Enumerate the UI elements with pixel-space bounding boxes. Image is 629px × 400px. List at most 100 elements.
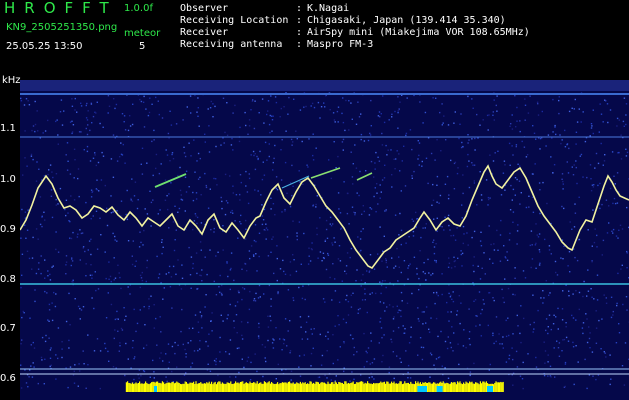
noise-pixel (25, 98, 28, 100)
noise-pixel (411, 148, 413, 151)
noise-pixel (299, 181, 301, 183)
noise-pixel (195, 198, 198, 200)
noise-pixel (566, 143, 568, 146)
noise-pixel (131, 178, 133, 180)
noise-pixel (382, 95, 384, 97)
noise-pixel (405, 134, 407, 137)
noise-pixel (291, 194, 293, 197)
noise-pixel (387, 149, 389, 151)
noise-pixel (232, 149, 234, 151)
strength-column (415, 381, 417, 392)
noise-pixel (87, 364, 89, 366)
noise-pixel (600, 142, 602, 145)
noise-pixel (381, 337, 383, 339)
noise-pixel (576, 121, 579, 123)
noise-pixel (184, 155, 187, 158)
strength-column (358, 382, 360, 392)
noise-pixel (188, 246, 190, 249)
noise-pixel (394, 168, 396, 170)
noise-pixel (349, 334, 352, 336)
strength-column (287, 381, 289, 392)
noise-pixel (359, 307, 361, 310)
noise-pixel (418, 320, 420, 322)
noise-pixel (480, 231, 482, 233)
noise-pixel (236, 301, 239, 303)
noise-pixel (57, 203, 59, 205)
noise-pixel (612, 310, 614, 313)
noise-pixel (510, 184, 512, 187)
noise-pixel (124, 162, 126, 164)
noise-pixel (188, 186, 190, 188)
noise-pixel (86, 150, 89, 153)
noise-pixel (432, 241, 434, 243)
noise-pixel (283, 342, 285, 345)
noise-pixel (384, 164, 386, 166)
noise-pixel (388, 304, 391, 306)
noise-pixel (560, 142, 562, 145)
strength-column (467, 383, 469, 392)
noise-pixel (121, 329, 124, 331)
noise-pixel (483, 252, 485, 254)
noise-pixel (537, 103, 539, 105)
noise-pixel (371, 376, 373, 378)
noise-pixel (180, 330, 182, 333)
noise-pixel (307, 166, 309, 168)
strength-column (151, 382, 153, 392)
noise-pixel (398, 153, 400, 155)
strength-column (411, 383, 413, 392)
strength-column (293, 384, 295, 392)
noise-pixel (558, 342, 561, 344)
noise-pixel (259, 150, 261, 153)
strength-column (199, 383, 201, 392)
noise-pixel (342, 318, 345, 320)
strength-column (290, 383, 292, 392)
noise-pixel (61, 124, 64, 126)
strength-column (173, 383, 175, 392)
noise-pixel (196, 160, 198, 162)
noise-pixel (61, 348, 63, 350)
noise-pixel (384, 280, 386, 282)
noise-pixel (91, 122, 93, 124)
noise-pixel (566, 161, 568, 163)
noise-pixel (245, 228, 247, 230)
noise-pixel (21, 316, 23, 319)
noise-pixel (301, 140, 303, 143)
noise-pixel (411, 218, 413, 220)
strength-column (215, 384, 217, 392)
noise-pixel (437, 356, 440, 359)
noise-pixel (234, 305, 237, 307)
strength-column (297, 383, 299, 392)
noise-pixel (353, 346, 355, 349)
noise-pixel (319, 217, 321, 219)
noise-pixel (275, 176, 278, 178)
noise-pixel (129, 125, 132, 127)
noise-pixel (417, 354, 419, 356)
noise-pixel (557, 307, 559, 310)
strength-column (310, 381, 312, 392)
noise-pixel (474, 299, 477, 301)
noise-pixel (363, 140, 366, 142)
noise-pixel (204, 256, 206, 258)
noise-pixel (116, 318, 118, 320)
noise-pixel (452, 350, 454, 352)
noise-pixel (521, 140, 523, 143)
noise-pixel (177, 174, 179, 177)
noise-pixel (250, 361, 252, 364)
noise-pixel (394, 214, 397, 216)
noise-pixel (112, 232, 114, 235)
strength-column (269, 383, 271, 392)
noise-pixel (162, 360, 164, 362)
strength-column (191, 382, 193, 392)
noise-pixel (136, 322, 139, 325)
strength-column (272, 383, 274, 392)
noise-pixel (233, 320, 235, 322)
strength-column (302, 382, 304, 392)
noise-pixel (479, 278, 482, 280)
noise-pixel (400, 243, 402, 246)
strength-column (377, 383, 379, 392)
noise-pixel (359, 170, 361, 173)
noise-pixel (422, 271, 424, 273)
noise-pixel (199, 241, 202, 243)
noise-pixel (184, 176, 187, 178)
noise-pixel (517, 325, 519, 327)
